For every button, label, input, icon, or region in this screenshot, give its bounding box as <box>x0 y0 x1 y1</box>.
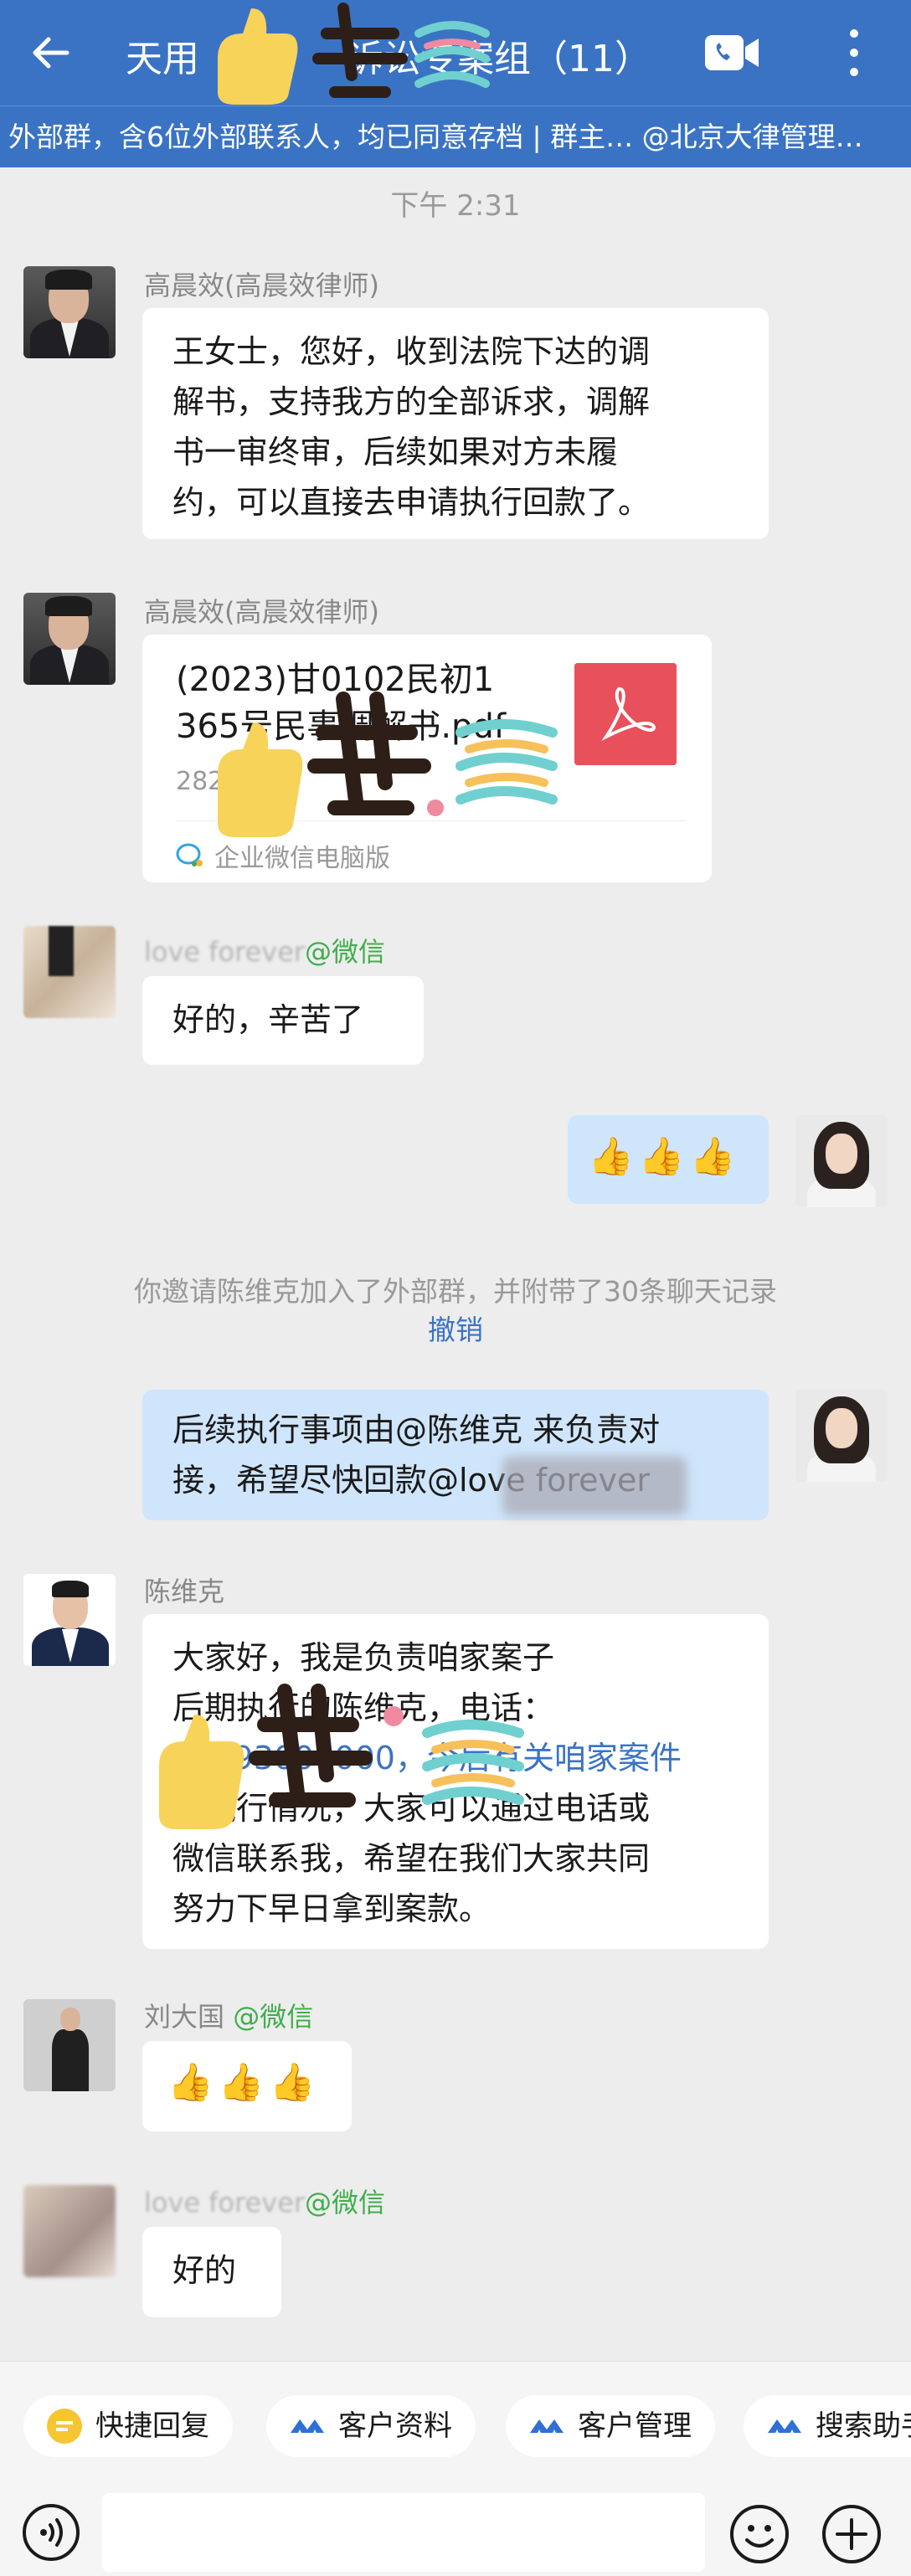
search-assistant-button[interactable]: 搜索助手 <box>744 2395 911 2457</box>
customer-manage-icon <box>530 2419 564 2433</box>
my-avatar[interactable] <box>795 1390 888 1482</box>
sender-name: 高晨效(高晨效律师) <box>144 596 379 628</box>
avatar[interactable] <box>23 2185 116 2277</box>
avatar[interactable] <box>23 593 116 685</box>
customer-profile-button[interactable]: 客户资料 <box>266 2395 476 2457</box>
chat-screen: 天用 诉讼专案组（11） 外部群，含6位外部联系人，均已同意存档 | 群主… @… <box>0 0 911 2576</box>
message-bubble[interactable]: 王女士，您好，收到法院下达的调 解书，支持我方的全部诉求，调解 书一审终审，后续… <box>142 308 769 539</box>
like-sticker-icon <box>218 3 490 105</box>
sender-name: 高晨效(高晨效律师) <box>144 270 379 301</box>
wecom-icon <box>176 843 203 866</box>
voice-input-icon[interactable] <box>22 2503 80 2562</box>
input-bar <box>0 2486 911 2576</box>
quick-actions-bar: 快捷回复 客户资料 客户管理 搜索助手 <box>0 2361 911 2486</box>
group-info-bar[interactable]: 外部群，含6位外部联系人，均已同意存档 | 群主… @北京大律管理… <box>0 105 911 167</box>
privacy-blur <box>502 1457 687 1515</box>
sender-name: love forever@微信 <box>144 936 386 968</box>
video-call-icon[interactable] <box>703 30 762 75</box>
message-bubble[interactable]: 好的 <box>142 2227 281 2317</box>
message-line: 书一审终审，后续如果对方未履 <box>172 434 619 470</box>
message-line: 后续执行事项由@陈维克 来负责对 <box>172 1411 661 1448</box>
timestamp: 下午 2:31 <box>390 189 521 223</box>
customer-profile-icon <box>291 2419 324 2433</box>
my-avatar[interactable] <box>795 1115 888 1207</box>
sender-name: 刘大国 @微信 <box>144 2001 314 2033</box>
quick-reply-icon <box>47 2409 82 2444</box>
like-sticker-icon <box>218 692 558 837</box>
search-assistant-icon <box>768 2419 801 2433</box>
add-more-icon[interactable] <box>821 2503 883 2565</box>
avatar[interactable] <box>23 926 116 1018</box>
avatar[interactable] <box>23 1574 116 1666</box>
more-options-icon[interactable] <box>837 23 871 82</box>
message-line: 约，可以直接去申请执行回款了。 <box>172 484 651 521</box>
avatar[interactable] <box>23 1999 116 2091</box>
message-line: 努力下早日拿到案款。 <box>172 1890 492 1927</box>
sender-name: love forever@微信 <box>144 2187 386 2219</box>
message-line: 王女士，您好，收到法院下达的调 <box>172 333 651 370</box>
sender-name: 陈维克 <box>144 1576 225 1607</box>
back-arrow-icon[interactable] <box>25 28 75 78</box>
avatar[interactable] <box>23 266 116 358</box>
message-input[interactable] <box>102 2493 705 2572</box>
customer-manage-button[interactable]: 客户管理 <box>506 2395 715 2457</box>
message-bubble[interactable]: 好的，辛苦了 <box>142 976 424 1065</box>
emoji-icon[interactable] <box>728 2503 790 2565</box>
undo-link[interactable]: 撤销 <box>0 1308 911 1348</box>
like-sticker-icon <box>159 1684 524 1829</box>
pdf-file-icon <box>574 663 677 765</box>
system-notice: 你邀请陈维克加入了外部群，并附带了30条聊天记录 <box>134 1275 777 1308</box>
message-bubble[interactable]: 👍👍👍 <box>142 2041 352 2131</box>
my-message-bubble[interactable]: 👍👍👍 <box>568 1115 769 1204</box>
message-line: 解书，支持我方的全部诉求，调解 <box>172 383 651 420</box>
quick-reply-button[interactable]: 快捷回复 <box>23 2395 233 2457</box>
